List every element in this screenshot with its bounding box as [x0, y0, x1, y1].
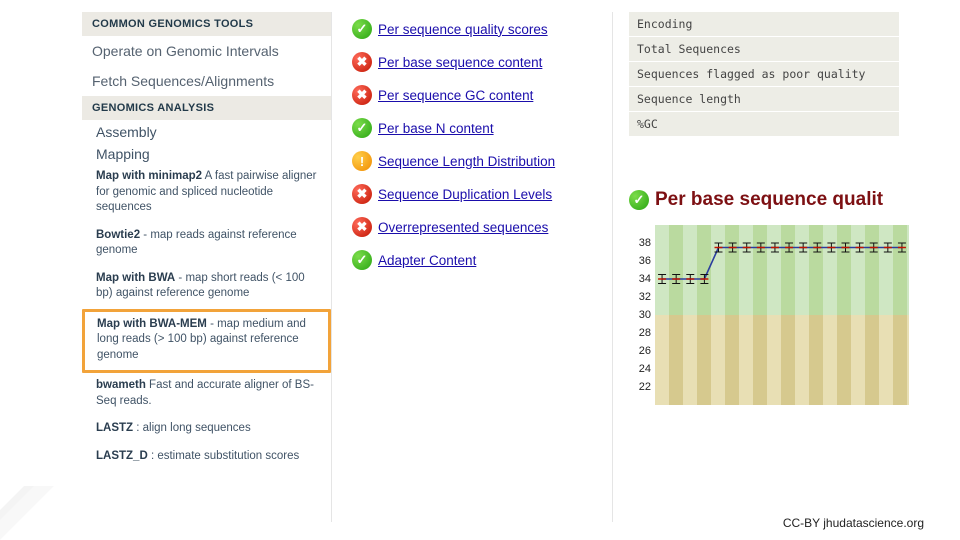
y-tick-label: 30	[629, 309, 651, 321]
qc-link[interactable]: Adapter Content	[378, 253, 476, 268]
sidebar-item-mapping[interactable]: Mapping	[82, 142, 331, 164]
check-icon	[629, 190, 649, 210]
per-base-quality-chart: 38 36 34 32 30 28 26 24 22	[629, 225, 909, 405]
qc-row: Sequence Duplication Levels	[352, 179, 592, 212]
tool-name: bwameth	[96, 379, 146, 391]
cross-icon	[352, 217, 372, 237]
chart-title: Per base sequence qualit	[655, 189, 883, 211]
warning-icon	[352, 151, 372, 171]
mapping-tool-item[interactable]: Map with minimap2 A fast pairwise aligne…	[82, 164, 331, 223]
y-tick-label: 38	[629, 237, 651, 249]
y-tick-label: 36	[629, 255, 651, 267]
mapping-tool-item[interactable]: bwameth Fast and accurate aligner of BS-…	[82, 373, 331, 416]
tool-name: LASTZ_D	[96, 450, 148, 462]
qc-row: Per sequence quality scores	[352, 14, 592, 47]
check-icon	[352, 19, 372, 39]
table-row: Sequence length	[629, 87, 899, 112]
tool-name: Map with BWA-MEM	[97, 318, 207, 330]
tool-sidebar: COMMON GENOMICS TOOLS Operate on Genomic…	[82, 12, 332, 522]
y-tick-label: 32	[629, 291, 651, 303]
check-icon	[352, 118, 372, 138]
tool-desc: : align long sequences	[133, 422, 251, 434]
y-tick-label: 24	[629, 363, 651, 375]
table-row: Encoding	[629, 12, 899, 37]
check-icon	[352, 250, 372, 270]
tool-name: Bowtie2	[96, 229, 140, 241]
tool-name: Map with minimap2	[96, 170, 202, 182]
sidebar-item-assembly[interactable]: Assembly	[82, 120, 331, 142]
mapping-tool-item[interactable]: LASTZ : align long sequences	[82, 416, 331, 444]
sidebar-header-analysis: GENOMICS ANALYSIS	[82, 96, 331, 120]
table-row: Sequences flagged as poor quality	[629, 62, 899, 87]
qc-link[interactable]: Sequence Length Distribution	[378, 154, 555, 169]
qc-row: Sequence Length Distribution	[352, 146, 592, 179]
tool-name: Map with BWA	[96, 272, 175, 284]
qc-link[interactable]: Per base N content	[378, 121, 494, 136]
corner-decoration-icon	[0, 486, 54, 540]
qc-link[interactable]: Per base sequence content	[378, 55, 542, 70]
mapping-tool-item[interactable]: Map with BWA - map short reads (< 100 bp…	[82, 266, 331, 309]
tool-name: LASTZ	[96, 422, 133, 434]
y-tick-label: 26	[629, 345, 651, 357]
qc-link[interactable]: Per sequence GC content	[378, 88, 533, 103]
basic-stats-table: EncodingTotal SequencesSequences flagged…	[629, 12, 899, 137]
cross-icon	[352, 85, 372, 105]
qc-link[interactable]: Overrepresented sequences	[378, 220, 548, 235]
sidebar-header-common: COMMON GENOMICS TOOLS	[82, 12, 331, 36]
qc-row: Per sequence GC content	[352, 80, 592, 113]
qc-link[interactable]: Per sequence quality scores	[378, 22, 548, 37]
attribution-footer: CC-BY jhudatascience.org	[783, 516, 924, 530]
table-row: Total Sequences	[629, 37, 899, 62]
qc-row: Per base sequence content	[352, 47, 592, 80]
qc-link[interactable]: Sequence Duplication Levels	[378, 187, 552, 202]
cross-icon	[352, 184, 372, 204]
y-tick-label: 34	[629, 273, 651, 285]
mapping-tool-item[interactable]: LASTZ_D : estimate substitution scores	[82, 444, 331, 472]
tool-desc: : estimate substitution scores	[148, 450, 299, 462]
sidebar-item-fetch-sequences[interactable]: Fetch Sequences/Alignments	[82, 66, 331, 96]
mapping-tool-item[interactable]: Bowtie2 - map reads against reference ge…	[82, 223, 331, 266]
qc-module-list: Per sequence quality scores Per base sequ…	[352, 12, 592, 522]
qc-row: Overrepresented sequences	[352, 212, 592, 245]
report-panel: EncodingTotal SequencesSequences flagged…	[612, 12, 909, 522]
y-tick-label: 28	[629, 327, 651, 339]
qc-row: Per base N content	[352, 113, 592, 146]
qc-row: Adapter Content	[352, 245, 592, 278]
y-tick-label: 22	[629, 381, 651, 393]
sidebar-item-genomic-intervals[interactable]: Operate on Genomic Intervals	[82, 36, 331, 66]
mapping-tool-item[interactable]: Map with BWA-MEM - map medium and long r…	[82, 309, 331, 374]
cross-icon	[352, 52, 372, 72]
table-row: %GC	[629, 112, 899, 137]
